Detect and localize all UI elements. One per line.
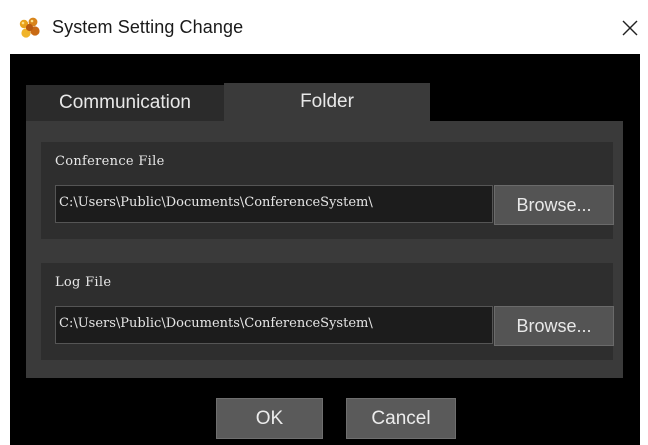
title-bar[interactable]: System Setting Change [0, 0, 648, 54]
tab-communication[interactable]: Communication [26, 85, 224, 121]
tab-label: Folder [300, 91, 354, 112]
close-icon [622, 20, 638, 36]
log-file-label: Log File [55, 275, 112, 290]
log-browse-button[interactable]: Browse... [494, 306, 614, 346]
ok-button[interactable]: OK [216, 398, 323, 439]
folder-panel: Conference File C:\Users\Public\Document… [26, 121, 623, 378]
conference-file-label: Conference File [55, 154, 165, 169]
log-file-path-field[interactable]: C:\Users\Public\Documents\ConferenceSyst… [55, 306, 493, 344]
tab-label: Communication [59, 92, 191, 113]
system-setting-dialog: System Setting Change Communication Fold… [0, 0, 648, 445]
window-title: System Setting Change [52, 17, 244, 37]
conference-browse-button[interactable]: Browse... [494, 185, 614, 225]
conference-file-path-field[interactable]: C:\Users\Public\Documents\ConferenceSyst… [55, 185, 493, 223]
tab-folder[interactable]: Folder [224, 83, 430, 121]
cluster-icon [17, 16, 41, 40]
cancel-button[interactable]: Cancel [346, 398, 456, 439]
close-button[interactable] [614, 12, 646, 44]
log-file-group: Log File C:\Users\Public\Documents\Confe… [41, 263, 614, 360]
conference-file-group: Conference File C:\Users\Public\Document… [41, 142, 614, 239]
dialog-body: Communication Folder Conference File C:\… [10, 54, 640, 445]
